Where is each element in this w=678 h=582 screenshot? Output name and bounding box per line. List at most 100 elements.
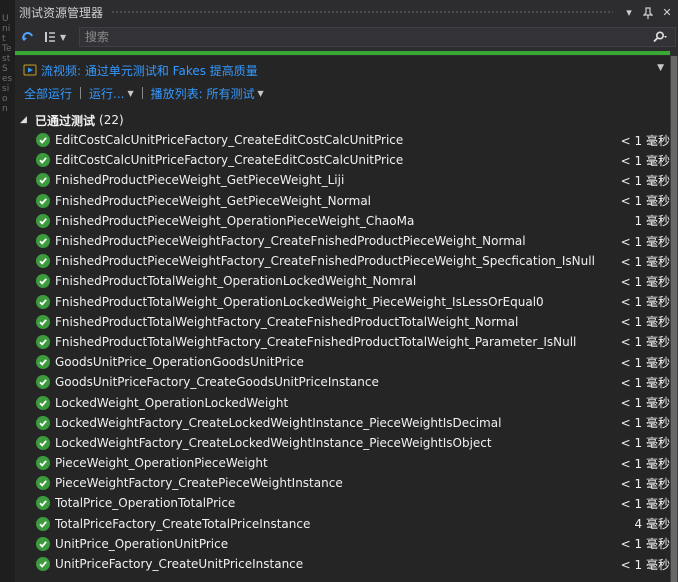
- run-progress-bar: [15, 51, 670, 55]
- test-duration: < 1 毫秒: [620, 557, 670, 572]
- test-name: LockedWeight_OperationLockedWeight: [55, 395, 289, 410]
- check-circle-icon: [36, 415, 50, 430]
- test-name: GoodsUnitPriceFactory_CreateGoodsUnitPri…: [55, 375, 379, 390]
- test-row[interactable]: UnitPrice_OperationUnitPrice < 1 毫秒: [33, 534, 670, 554]
- test-row[interactable]: GoodsUnitPrice_OperationGoodsUnitPrice < …: [33, 352, 670, 372]
- test-name: LockedWeightFactory_CreateLockedWeightIn…: [55, 415, 502, 430]
- test-duration: < 1 毫秒: [620, 396, 670, 411]
- actions-bar: 全部运行 运行... ▼ 播放列表: 所有测试 ▼: [24, 85, 264, 101]
- toolbar: ▼: [15, 25, 678, 49]
- test-row[interactable]: FnishedProductTotalWeight_OperationLocke…: [33, 271, 670, 291]
- pin-icon[interactable]: [640, 5, 656, 21]
- collapse-promo-icon[interactable]: ▼: [657, 63, 664, 73]
- test-row[interactable]: LockedWeightFactory_CreateLockedWeightIn…: [33, 433, 670, 453]
- test-row[interactable]: GoodsUnitPriceFactory_CreateGoodsUnitPri…: [33, 372, 670, 392]
- test-duration: 4 毫秒: [634, 517, 670, 532]
- test-name: GoodsUnitPrice_OperationGoodsUnitPrice: [55, 355, 304, 370]
- test-duration: < 1 毫秒: [620, 153, 670, 168]
- separator: [80, 87, 82, 99]
- test-row[interactable]: EditCostCalcUnitPriceFactory_CreateEditC…: [33, 150, 670, 170]
- video-icon: [23, 63, 37, 77]
- test-duration: < 1 毫秒: [620, 133, 670, 148]
- test-duration: < 1 毫秒: [620, 416, 670, 431]
- test-duration: < 1 毫秒: [620, 315, 670, 330]
- test-row[interactable]: FnishedProductTotalWeightFactory_CreateF…: [33, 332, 670, 352]
- chevron-down-icon[interactable]: ▼: [60, 33, 66, 42]
- test-duration: < 1 毫秒: [620, 476, 670, 491]
- check-circle-icon: [36, 274, 50, 289]
- test-row[interactable]: FnishedProductTotalWeightFactory_CreateF…: [33, 312, 670, 332]
- test-name: PieceWeight_OperationPieceWeight: [55, 456, 268, 471]
- test-duration: < 1 毫秒: [620, 335, 670, 350]
- group-title: 已通过测试: [35, 113, 96, 128]
- promo-text: 流视频: 通过单元测试和 Fakes 提高质量: [41, 63, 258, 78]
- test-name: FnishedProductPieceWeight_OperationPiece…: [55, 213, 415, 228]
- search-box: [79, 27, 676, 47]
- test-name: TotalPrice_OperationTotalPrice: [55, 496, 236, 511]
- test-duration: < 1 毫秒: [620, 194, 670, 209]
- test-row[interactable]: PieceWeightFactory_CreatePieceWeightInst…: [33, 473, 670, 493]
- test-duration: 1 毫秒: [634, 214, 670, 229]
- test-row[interactable]: FnishedProductPieceWeightFactory_CreateF…: [33, 251, 670, 271]
- close-icon[interactable]: ✕: [659, 5, 675, 21]
- editor-side-strip: Unit Test Session: [0, 0, 15, 582]
- test-name: LockedWeightFactory_CreateLockedWeightIn…: [55, 435, 492, 450]
- search-icon[interactable]: [645, 28, 675, 46]
- separator: [141, 87, 143, 99]
- check-circle-icon: [36, 516, 50, 531]
- scrollbar-thumb[interactable]: [671, 56, 677, 582]
- test-name: EditCostCalcUnitPriceFactory_CreateEditC…: [55, 153, 404, 168]
- check-circle-icon: [36, 355, 50, 370]
- side-tab-label[interactable]: Unit Test Session: [2, 14, 13, 114]
- test-row[interactable]: FnishedProductPieceWeight_GetPieceWeight…: [33, 191, 670, 211]
- window-title: 测试资源管理器: [19, 6, 104, 20]
- refresh-icon[interactable]: [19, 28, 37, 46]
- check-circle-icon: [36, 153, 50, 168]
- chevron-down-icon[interactable]: ▼: [127, 89, 133, 98]
- test-name: FnishedProductPieceWeightFactory_CreateF…: [55, 234, 526, 249]
- test-row[interactable]: FnishedProductPieceWeightFactory_CreateF…: [33, 231, 670, 251]
- test-duration: < 1 毫秒: [620, 456, 670, 471]
- check-circle-icon: [36, 435, 50, 450]
- test-row[interactable]: TotalPrice_OperationTotalPrice < 1 毫秒: [33, 493, 670, 513]
- test-row[interactable]: FnishedProductPieceWeight_GetPieceWeight…: [33, 170, 670, 190]
- playlist-link[interactable]: 播放列表: 所有测试: [151, 85, 255, 102]
- run-link[interactable]: 运行...: [89, 85, 124, 102]
- passed-tests-group[interactable]: ◢ 已通过测试 (22): [15, 111, 670, 129]
- check-circle-icon: [36, 476, 50, 491]
- title-grip[interactable]: [111, 10, 613, 15]
- progress-fill: [15, 51, 670, 55]
- test-duration: < 1 毫秒: [620, 375, 670, 390]
- chevron-down-icon[interactable]: ▼: [257, 89, 263, 98]
- test-duration: < 1 毫秒: [620, 537, 670, 552]
- test-name: FnishedProductTotalWeightFactory_CreateF…: [55, 314, 519, 329]
- test-row[interactable]: PieceWeight_OperationPieceWeight < 1 毫秒: [33, 453, 670, 473]
- check-circle-icon: [36, 173, 50, 188]
- test-duration: < 1 毫秒: [620, 234, 670, 249]
- test-row[interactable]: FnishedProductPieceWeight_OperationPiece…: [33, 211, 670, 231]
- test-duration: < 1 毫秒: [620, 254, 670, 269]
- test-row[interactable]: EditCostCalcUnitPriceFactory_CreateEditC…: [33, 130, 670, 150]
- dropdown-icon[interactable]: ▾: [621, 5, 637, 21]
- test-name: TotalPriceFactory_CreateTotalPriceInstan…: [55, 516, 311, 531]
- test-row[interactable]: LockedWeight_OperationLockedWeight < 1 毫秒: [33, 392, 670, 412]
- test-duration: < 1 毫秒: [620, 295, 670, 310]
- check-circle-icon: [36, 456, 50, 471]
- test-row[interactable]: TotalPriceFactory_CreateTotalPriceInstan…: [33, 514, 670, 534]
- expander-icon[interactable]: ◢: [20, 115, 30, 125]
- test-row[interactable]: LockedWeightFactory_CreateLockedWeightIn…: [33, 413, 670, 433]
- run-all-link[interactable]: 全部运行: [24, 85, 72, 102]
- check-circle-icon: [36, 536, 50, 551]
- test-name: FnishedProductPieceWeight_GetPieceWeight…: [55, 173, 345, 188]
- search-input[interactable]: [80, 29, 645, 45]
- vertical-scrollbar[interactable]: [670, 56, 678, 582]
- promo-link[interactable]: 流视频: 通过单元测试和 Fakes 提高质量: [23, 62, 258, 78]
- check-circle-icon: [36, 294, 50, 309]
- test-name: FnishedProductPieceWeightFactory_CreateF…: [55, 254, 595, 269]
- test-row[interactable]: UnitPriceFactory_CreateUnitPriceInstance…: [33, 554, 670, 574]
- check-circle-icon: [36, 193, 50, 208]
- test-row[interactable]: FnishedProductTotalWeight_OperationLocke…: [33, 292, 670, 312]
- test-duration: < 1 毫秒: [620, 274, 670, 289]
- group-by-icon[interactable]: [41, 28, 59, 46]
- title-bar: 测试资源管理器 ▾ ✕: [15, 0, 678, 25]
